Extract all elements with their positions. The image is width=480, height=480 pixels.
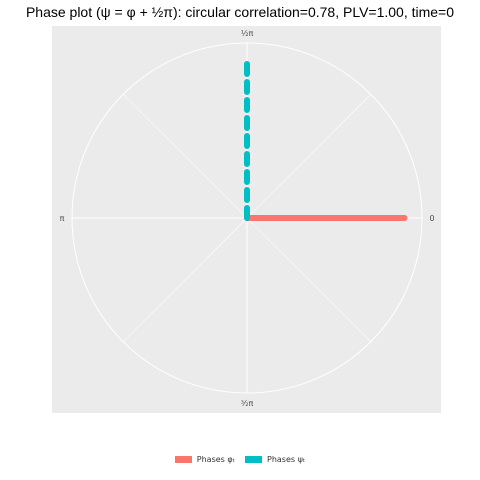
polar-chart: 0 ½π π ³⁄₂π <box>52 26 441 413</box>
legend-label-psi: Phases ψₜ <box>267 455 306 464</box>
legend-item-psi: Phases ψₜ <box>245 455 305 464</box>
angle-tick-label: π <box>60 214 65 223</box>
legend-swatch-psi <box>245 456 262 463</box>
angle-tick-label: ½π <box>241 29 254 38</box>
angle-tick-label: ³⁄₂π <box>241 399 254 408</box>
legend-item-phi: Phases φₜ <box>174 455 235 464</box>
legend-label-phi: Phases φₜ <box>196 455 235 464</box>
legend: Phases φₜ Phases ψₜ <box>0 455 480 464</box>
legend-swatch-phi <box>174 456 192 463</box>
angle-tick-label: 0 <box>429 214 434 223</box>
